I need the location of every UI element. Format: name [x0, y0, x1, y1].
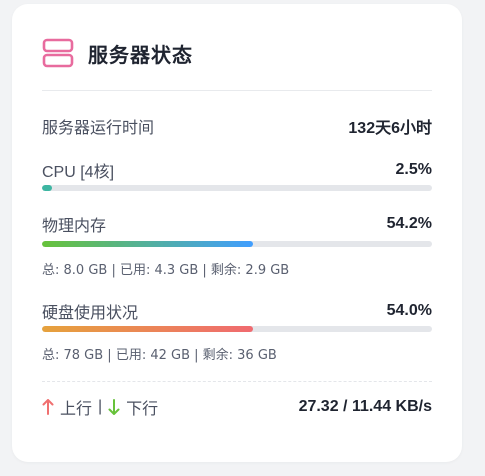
- disk-progress-track: [42, 326, 432, 332]
- arrow-up-icon: [42, 399, 54, 415]
- uptime-row: 服务器运行时间 132天6小时: [42, 114, 432, 138]
- network-label: 上行 | 下行: [42, 395, 158, 419]
- memory-detail: 总: 8.0 GB | 已用: 4.3 GB | 剩余: 2.9 GB: [42, 263, 290, 278]
- server-status-card: 服务器状态 服务器运行时间 132天6小时 CPU [4核] 2.5% 物理内存…: [12, 4, 462, 462]
- card-title: 服务器状态: [88, 44, 193, 67]
- memory-progress-track: [42, 241, 432, 247]
- cpu-row: CPU [4核] 2.5%: [42, 158, 432, 182]
- disk-label: 硬盘使用状况: [42, 305, 139, 322]
- disk-row: 硬盘使用状况 54.0%: [42, 299, 432, 323]
- disk-detail: 总: 78 GB | 已用: 42 GB | 剩余: 36 GB: [42, 348, 277, 363]
- network-divider: [42, 381, 432, 382]
- server-icon: [42, 38, 74, 68]
- memory-label: 物理内存: [42, 218, 107, 235]
- memory-value: 54.2%: [386, 215, 432, 232]
- download-label: 下行: [126, 401, 159, 418]
- cpu-label: CPU [4核]: [42, 164, 115, 181]
- cpu-progress-fill: [42, 185, 52, 191]
- memory-progress-fill: [42, 241, 254, 247]
- card-header: 服务器状态: [42, 37, 193, 69]
- network-speed-value: 27.32 / 11.44 KB/s: [298, 398, 432, 415]
- arrow-down-icon: [108, 399, 120, 415]
- disk-value: 54.0%: [386, 302, 432, 319]
- cpu-value: 2.5%: [395, 161, 432, 178]
- cpu-progress-track: [42, 185, 432, 191]
- uptime-value: 132天6小时: [348, 120, 432, 137]
- uptime-label: 服务器运行时间: [42, 120, 155, 137]
- upload-label: 上行: [60, 401, 93, 418]
- network-separator: |: [98, 398, 103, 415]
- network-row: 上行 | 下行 27.32 / 11.44 KB/s: [42, 395, 432, 419]
- header-divider: [42, 90, 432, 91]
- disk-progress-fill: [42, 326, 253, 332]
- memory-row: 物理内存 54.2%: [42, 212, 432, 236]
